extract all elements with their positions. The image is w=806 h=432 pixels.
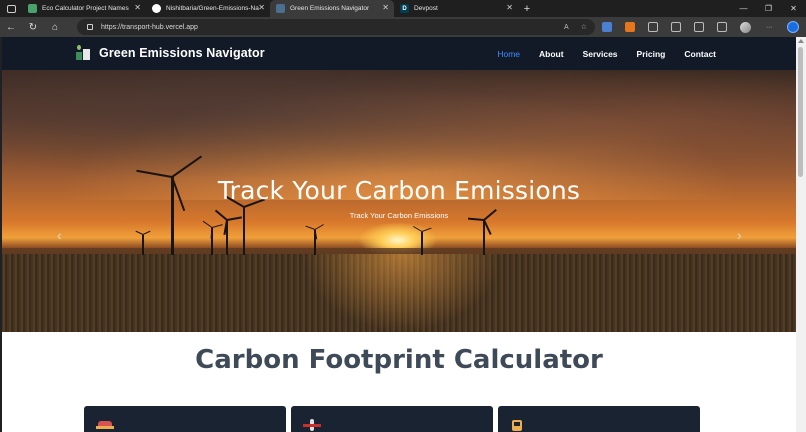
close-window-icon[interactable]: ✕ [781,0,806,17]
browser-essentials-icon[interactable] [717,22,727,32]
section-title: Carbon Footprint Calculator [195,345,603,375]
hero-carousel: Track Your Carbon Emissions Track Your C… [2,70,796,332]
new-tab-icon[interactable]: + [518,0,536,17]
url-text: https://transport-hub.vercel.app [101,23,198,31]
lock-icon[interactable] [87,24,93,30]
scrollbar-thumb[interactable] [798,47,803,177]
plane-icon [303,419,321,431]
address-bar[interactable]: https://transport-hub.vercel.app A ☆ [77,19,595,35]
favorite-star-icon[interactable]: ☆ [581,23,587,31]
hero-subtitle: Track Your Carbon Emissions [349,211,449,220]
window-controls: — ❐ ✕ [731,0,806,17]
nav-contact[interactable]: Contact [684,49,716,59]
tab-title: Devpost [414,5,438,12]
nav-services[interactable]: Services [583,49,618,59]
tab-title: Eco Calculator Project Names [42,5,129,12]
close-tab-icon[interactable]: ✕ [506,3,513,12]
close-tab-icon[interactable]: ✕ [134,3,141,12]
restore-icon[interactable]: ❐ [756,0,781,17]
github-icon [152,4,161,13]
minimize-icon[interactable]: — [731,0,756,17]
tab-green-emissions[interactable]: Green Emissions Navigator ✕ [270,0,394,17]
tab-eco-calculator[interactable]: Eco Calculator Project Names ✕ [22,0,146,17]
close-tab-icon[interactable]: ✕ [382,3,389,12]
main-menu: Home About Services Pricing Contact [497,37,716,70]
site-favicon-icon [276,4,285,13]
extension-icon[interactable] [602,22,612,32]
read-aloud-icon[interactable]: A [564,24,569,31]
hero-caption: Track Your Carbon Emissions Track Your C… [2,176,796,220]
brand[interactable]: Green Emissions Navigator [74,44,265,61]
calculator-card-plane[interactable] [291,406,493,432]
back-icon[interactable]: ← [0,17,22,37]
tab-title: Green Emissions Navigator [290,5,370,12]
extensions-bar: ⋯ [602,17,799,37]
more-options-icon[interactable]: ⋯ [764,22,774,32]
split-screen-icon[interactable] [671,22,681,32]
brand-name: Green Emissions Navigator [99,45,265,60]
extensions-icon[interactable] [648,22,658,32]
nav-home[interactable]: Home [497,49,520,59]
refresh-icon[interactable]: ↻ [22,17,44,37]
close-tab-icon[interactable]: ✕ [258,3,265,12]
train-icon [510,419,528,431]
copilot-icon[interactable] [787,21,799,33]
nav-about[interactable]: About [539,49,564,59]
nav-pricing[interactable]: Pricing [637,49,666,59]
home-icon[interactable]: ⌂ [44,17,66,37]
car-icon [96,419,114,431]
chevron-left-icon[interactable]: ‹ [57,227,62,243]
collections-icon[interactable] [694,22,704,32]
calculator-card-car[interactable] [84,406,286,432]
tab-title: Nishitbaria/Green-Emissions-Na [166,5,259,12]
scroll-up-icon[interactable] [798,39,804,43]
tab-github-repo[interactable]: Nishitbaria/Green-Emissions-Na ✕ [146,0,270,17]
metamask-icon[interactable] [625,22,635,32]
browser-tab-strip: Eco Calculator Project Names ✕ Nishitbar… [0,0,806,17]
devpost-icon: D [400,4,409,13]
site-navbar: Green Emissions Navigator Home About Ser… [2,37,796,70]
hero-title: Track Your Carbon Emissions [217,176,581,205]
chat-favicon-icon [28,4,37,13]
profile-avatar[interactable] [740,21,751,33]
tab-devpost[interactable]: D Devpost ✕ [394,0,518,17]
field-glow [302,254,502,332]
workspaces-icon[interactable] [0,0,22,17]
web-page: Green Emissions Navigator Home About Ser… [2,37,796,432]
eco-factory-logo-icon [74,44,92,61]
calculator-card-train[interactable] [498,406,700,432]
page-scrollbar[interactable] [796,37,806,432]
chevron-right-icon[interactable]: › [737,227,742,243]
